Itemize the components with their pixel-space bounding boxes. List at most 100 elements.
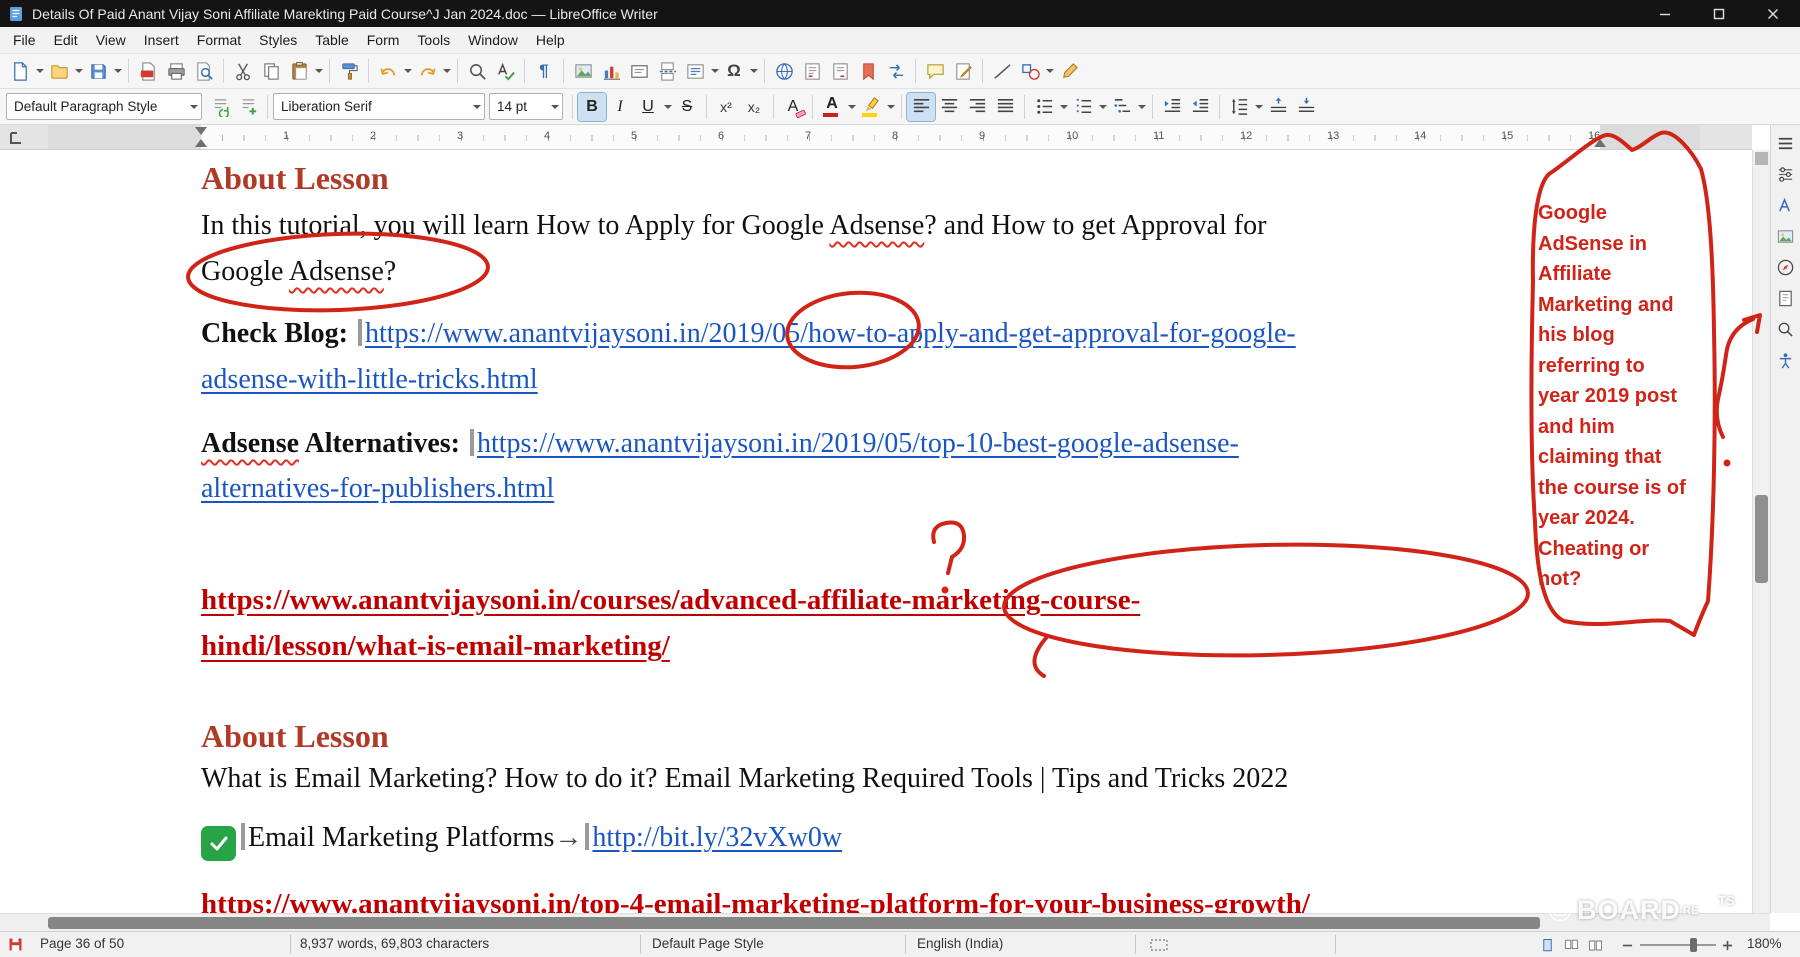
redo-icon[interactable] (413, 57, 441, 85)
new-dropdown[interactable] (34, 57, 45, 85)
numbered-list-dropdown[interactable] (1097, 93, 1108, 121)
zoom-level-status[interactable]: 180% (1747, 936, 1782, 951)
paragraph-style-combo[interactable]: Default Paragraph Style (6, 93, 202, 120)
align-right-button[interactable] (963, 93, 991, 121)
track-changes-icon[interactable] (949, 57, 977, 85)
adsense-alternatives-link[interactable]: https://www.anantvijaysoni.in/2019/05/to… (477, 428, 1239, 459)
print-icon[interactable] (162, 57, 190, 85)
superscript-button[interactable]: x² (712, 93, 740, 121)
formatting-marks-icon[interactable]: ¶ (530, 57, 558, 85)
insert-endnote-icon[interactable] (826, 57, 854, 85)
insert-image-icon[interactable] (569, 57, 597, 85)
redo-dropdown[interactable] (441, 57, 452, 85)
document-canvas[interactable]: About Lesson In this tutorial, you will … (0, 150, 1752, 913)
book-view-icon[interactable] (1588, 938, 1603, 956)
special-character-dropdown[interactable] (748, 57, 759, 85)
menu-form[interactable]: Form (358, 29, 409, 51)
tab-stop-selector-icon[interactable] (8, 130, 24, 146)
numbered-list-icon[interactable] (1069, 93, 1097, 121)
paste-icon[interactable] (285, 57, 313, 85)
justify-button[interactable] (991, 93, 1019, 121)
language-status[interactable]: English (India) (917, 936, 1003, 951)
menu-tools[interactable]: Tools (408, 29, 459, 51)
zoom-out-icon[interactable] (1622, 939, 1633, 954)
zoom-slider-thumb[interactable] (1690, 938, 1697, 952)
properties-icon[interactable] (1774, 162, 1798, 186)
menu-format[interactable]: Format (188, 29, 250, 51)
export-pdf-icon[interactable] (134, 57, 162, 85)
bullet-list-dropdown[interactable] (1058, 93, 1069, 121)
style-inspector-icon[interactable] (1774, 317, 1798, 341)
menu-edit[interactable]: Edit (45, 29, 87, 51)
menu-window[interactable]: Window (459, 29, 527, 51)
outline-dropdown[interactable] (1136, 93, 1147, 121)
maximize-button[interactable] (1692, 0, 1746, 27)
page-style-status[interactable]: Default Page Style (652, 936, 764, 951)
italic-button[interactable]: I (606, 93, 634, 121)
new-document-icon[interactable] (6, 57, 34, 85)
open-dropdown[interactable] (73, 57, 84, 85)
cut-icon[interactable] (229, 57, 257, 85)
insert-comment-icon[interactable] (921, 57, 949, 85)
horizontal-scrollbar[interactable] (0, 913, 1770, 931)
save-dropdown[interactable] (112, 57, 123, 85)
clone-formatting-icon[interactable] (335, 57, 363, 85)
bold-button[interactable]: B (578, 93, 606, 121)
open-icon[interactable] (45, 57, 73, 85)
highlight-color-button[interactable] (857, 93, 885, 121)
page-break-icon[interactable] (653, 57, 681, 85)
document-modified-icon[interactable] (8, 937, 23, 955)
line-spacing-icon[interactable] (1225, 93, 1253, 121)
first-line-indent-marker[interactable] (195, 127, 207, 135)
update-style-icon[interactable] (206, 93, 234, 121)
horizontal-scrollbar-thumb[interactable] (48, 917, 1540, 929)
minimize-button[interactable] (1638, 0, 1692, 27)
course-link-continued[interactable]: hindi/lesson/what-is-email-marketing/ (201, 630, 670, 662)
page-panel-icon[interactable] (1774, 286, 1798, 310)
undo-dropdown[interactable] (402, 57, 413, 85)
zoom-slider[interactable] (1640, 944, 1716, 946)
basic-shapes-icon[interactable] (1016, 57, 1044, 85)
underline-button[interactable]: U (634, 93, 662, 121)
align-left-button[interactable] (907, 93, 935, 121)
align-center-button[interactable] (935, 93, 963, 121)
line-spacing-dropdown[interactable] (1253, 93, 1264, 121)
vertical-scrollbar[interactable] (1752, 150, 1770, 913)
hyperlink-icon[interactable] (770, 57, 798, 85)
gallery-icon[interactable] (1774, 224, 1798, 248)
bookmark-icon[interactable] (854, 57, 882, 85)
insert-footnote-icon[interactable] (798, 57, 826, 85)
print-preview-icon[interactable] (190, 57, 218, 85)
find-replace-icon[interactable] (463, 57, 491, 85)
font-size-combo[interactable]: 14 pt (489, 93, 563, 120)
scrollbar-split-button[interactable] (1755, 152, 1768, 165)
right-indent-marker[interactable] (1594, 139, 1606, 147)
menu-styles[interactable]: Styles (250, 29, 306, 51)
paragraph-spacing-decrease-icon[interactable] (1292, 93, 1320, 121)
navigator-icon[interactable] (1774, 255, 1798, 279)
bottom-red-link[interactable]: https://www.anantvijaysoni.in/top-4-emai… (201, 888, 1310, 913)
horizontal-ruler[interactable]: 12345678910111213141516 (0, 125, 1752, 150)
special-character-icon[interactable]: Ω (720, 57, 748, 85)
undo-icon[interactable] (374, 57, 402, 85)
copy-icon[interactable] (257, 57, 285, 85)
selection-mode-icon[interactable] (1150, 939, 1168, 954)
zoom-in-icon[interactable] (1722, 939, 1733, 954)
page-number-status[interactable]: Page 36 of 50 (40, 936, 124, 951)
underline-dropdown[interactable] (662, 93, 673, 121)
left-indent-marker[interactable] (195, 139, 207, 147)
adsense-alternatives-link-continued[interactable]: alternatives-for-publishers.html (201, 473, 554, 504)
new-style-icon[interactable] (234, 93, 262, 121)
field-dropdown[interactable] (709, 57, 720, 85)
close-button[interactable] (1746, 0, 1800, 27)
vertical-scrollbar-thumb[interactable] (1755, 495, 1768, 583)
multi-page-view-icon[interactable] (1564, 938, 1579, 956)
styles-icon[interactable] (1774, 193, 1798, 217)
font-name-combo[interactable]: Liberation Serif (273, 93, 485, 120)
menu-help[interactable]: Help (527, 29, 574, 51)
word-count-status[interactable]: 8,937 words, 69,803 characters (300, 936, 489, 951)
menu-view[interactable]: View (87, 29, 135, 51)
check-blog-link[interactable]: https://www.anantvijaysoni.in/2019/05/ho… (365, 318, 1296, 349)
subscript-button[interactable]: x₂ (740, 93, 768, 121)
paragraph-spacing-increase-icon[interactable] (1264, 93, 1292, 121)
